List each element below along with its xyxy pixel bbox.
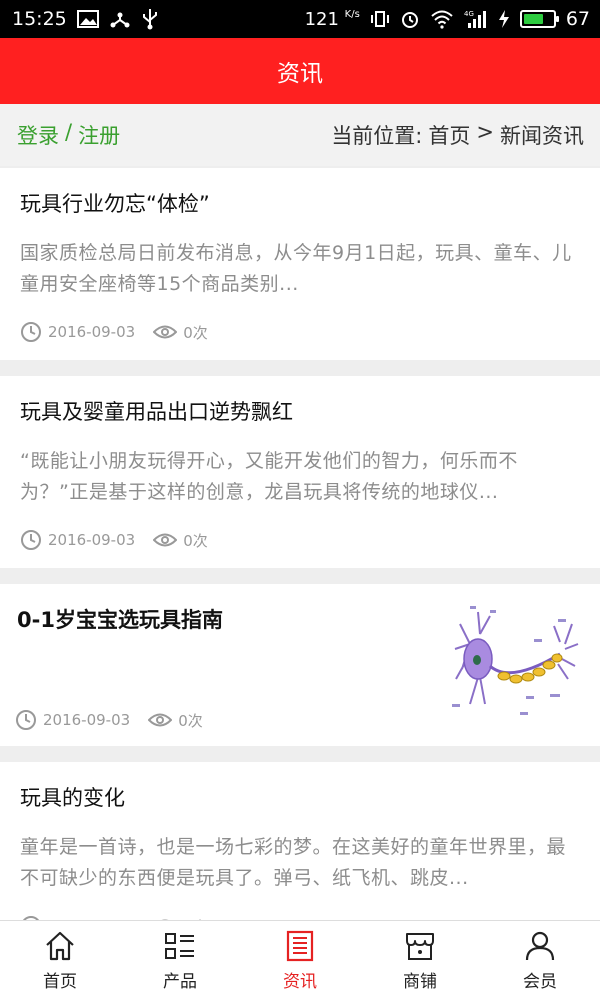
- news-item[interactable]: 玩具及婴童用品出口逆势飘红 “既能让小朋友玩得开心，又能开发他们的智力，何乐而不…: [0, 376, 600, 568]
- news-date: 2016-09-03: [48, 531, 136, 549]
- status-bar: 15:25 121 K/s 4G 67: [0, 0, 600, 38]
- vibrate-icon: [370, 8, 390, 30]
- signal-4g-icon: 4G: [464, 8, 488, 30]
- eye-icon: [153, 533, 178, 547]
- usb-icon: [141, 8, 159, 30]
- page-header: 资讯: [0, 38, 600, 104]
- login-link[interactable]: 登录: [17, 120, 59, 150]
- news-meta: 2016-09-03 0次: [20, 512, 580, 568]
- shop-icon: [406, 933, 434, 960]
- news-item[interactable]: 0-1岁宝宝选玩具指南 2016-09-03 0次: [0, 584, 600, 746]
- clock-icon: [21, 530, 41, 550]
- news-icon: [286, 930, 314, 962]
- battery-percent: 67: [565, 8, 590, 30]
- breadcrumb-home[interactable]: 首页: [428, 120, 470, 150]
- clock-icon: [16, 710, 36, 730]
- news-title[interactable]: 玩具行业勿忘“体检”: [20, 188, 580, 220]
- location-bar: 登录 / 注册 当前位置: 首页 > 新闻资讯: [0, 104, 600, 166]
- svg-text:4G: 4G: [464, 10, 474, 18]
- eye-icon: [148, 713, 173, 727]
- breadcrumb-prefix: 当前位置:: [331, 124, 423, 148]
- clock: 15:25: [12, 8, 67, 30]
- news-meta: 2016-09-03 0次: [15, 692, 221, 748]
- clock-icon: [21, 322, 41, 342]
- news-title[interactable]: 玩具的变化: [20, 782, 580, 814]
- breadcrumb-arrow: >: [476, 120, 494, 144]
- nav-member[interactable]: 会员: [480, 921, 600, 1000]
- nav-products-label: 产品: [163, 972, 197, 992]
- nav-news[interactable]: 资讯: [240, 921, 360, 1000]
- user-icon: [525, 931, 555, 961]
- nav-member-label: 会员: [523, 972, 557, 992]
- auth-separator: /: [65, 120, 73, 144]
- page-title: 资讯: [277, 61, 323, 87]
- battery-icon: [519, 10, 559, 28]
- news-title[interactable]: 玩具及婴童用品出口逆势飘红: [20, 396, 580, 428]
- news-views: 0次: [178, 711, 203, 730]
- list-icon: [165, 933, 194, 959]
- alarm-icon: [400, 8, 420, 30]
- image-icon: [76, 8, 99, 30]
- bottom-nav: 首页 产品 资讯 商铺 会员: [0, 920, 600, 1000]
- news-item[interactable]: 玩具行业勿忘“体检” 国家质检总局日前发布消息，从今年9月1日起，玩具、童车、儿…: [0, 168, 600, 360]
- nav-shop-label: 商铺: [403, 972, 437, 992]
- register-link[interactable]: 注册: [78, 120, 120, 150]
- news-meta: 2016-09-03 0次: [20, 304, 580, 360]
- news-summary: 国家质检总局日前发布消息，从今年9月1日起，玩具、童车、儿童用安全座椅等15个商…: [20, 242, 572, 295]
- news-summary: “既能让小朋友玩得开心，又能开发他们的智力，何乐而不为？”正是基于这样的创意，龙…: [20, 450, 518, 503]
- news-list: 玩具行业勿忘“体检” 国家质检总局日前发布消息，从今年9月1日起，玩具、童车、儿…: [0, 168, 600, 920]
- wifi-icon: [430, 8, 454, 30]
- news-meta: 2016-09-03 0次: [20, 898, 580, 920]
- nav-home[interactable]: 首页: [0, 921, 120, 1000]
- news-views: 0次: [183, 323, 208, 342]
- auth-links: 登录 / 注册: [17, 120, 120, 150]
- share-icon: [109, 8, 131, 30]
- nav-shop[interactable]: 商铺: [360, 921, 480, 1000]
- breadcrumb-current: 新闻资讯: [500, 124, 584, 148]
- charging-icon: [498, 8, 510, 30]
- news-item[interactable]: 玩具的变化 童年是一首诗，也是一场七彩的梦。在这美好的童年世界里，最不可缺少的东…: [0, 762, 600, 920]
- breadcrumb: 当前位置: 首页 > 新闻资讯: [331, 120, 584, 150]
- news-date: 2016-09-03: [43, 711, 131, 729]
- news-summary: 童年是一首诗，也是一场七彩的梦。在这美好的童年世界里，最不可缺少的东西便是玩具了…: [20, 836, 567, 889]
- news-date: 2016-09-03: [48, 323, 136, 341]
- news-title[interactable]: 0-1岁宝宝选玩具指南: [17, 604, 430, 636]
- home-icon: [46, 931, 74, 961]
- nav-news-label: 资讯: [283, 972, 317, 992]
- neuron-diagram-image[interactable]: [450, 604, 580, 724]
- nav-home-label: 首页: [43, 972, 77, 992]
- eye-icon: [153, 325, 178, 339]
- network-speed: 121 K/s: [304, 8, 360, 30]
- nav-products[interactable]: 产品: [120, 921, 240, 1000]
- news-views: 0次: [183, 531, 208, 550]
